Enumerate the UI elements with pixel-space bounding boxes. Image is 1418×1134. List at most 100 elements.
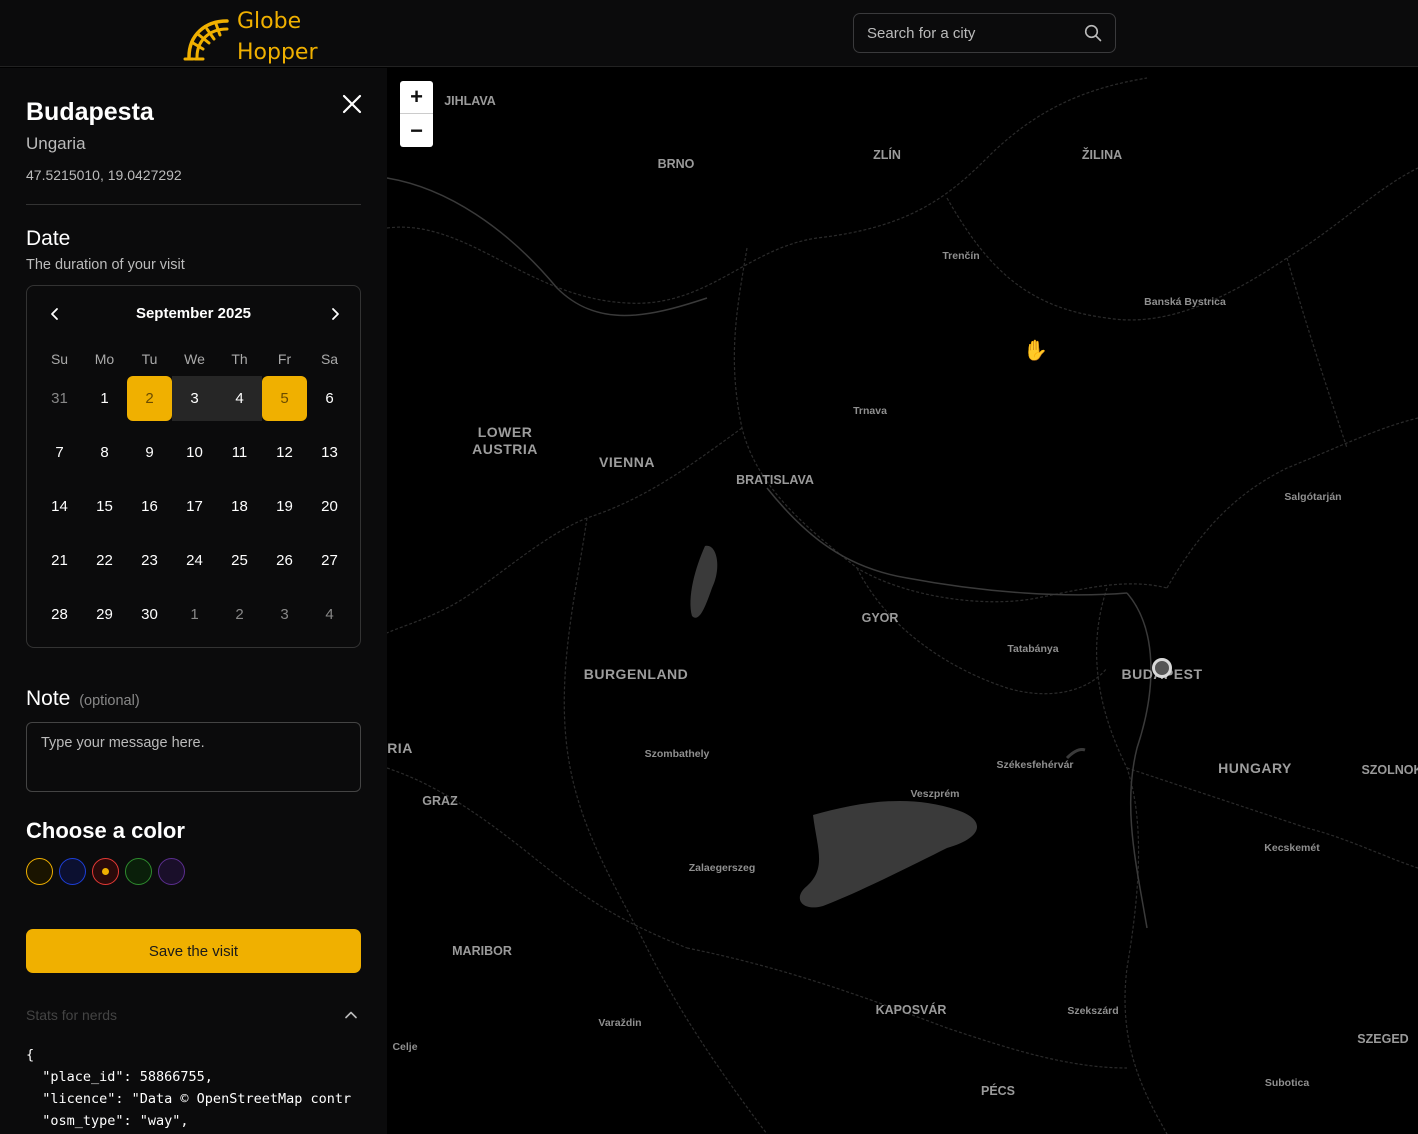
logo-line-2: Hopper <box>237 40 318 65</box>
map-label: Tatabánya <box>1007 643 1059 655</box>
calendar-day-range-end[interactable]: 5 <box>262 376 307 421</box>
calendar-day[interactable]: 8 <box>82 430 127 475</box>
color-swatch-green[interactable] <box>125 858 152 885</box>
color-swatch-red-selected[interactable] <box>92 858 119 885</box>
map-label: PÉCS <box>980 1084 1016 1098</box>
note-heading: Note (optional) <box>26 687 140 711</box>
calendar-day[interactable]: 19 <box>262 484 307 529</box>
calendar-day[interactable]: 9 <box>127 430 172 475</box>
calendar-day[interactable]: 15 <box>82 484 127 529</box>
map-label: JIHLAVA <box>444 94 496 108</box>
calendar-day[interactable]: 26 <box>262 538 307 583</box>
calendar-day[interactable]: 1 <box>172 592 217 637</box>
map-label: KAPOSVÁR <box>875 1003 947 1017</box>
calendar-day[interactable]: 24 <box>172 538 217 583</box>
date-range-calendar: September 2025 Su Mo Tu We Th Fr Sa 31 1… <box>26 285 361 648</box>
note-textarea[interactable] <box>26 722 361 792</box>
calendar-day[interactable]: 21 <box>37 538 82 583</box>
location-marker[interactable] <box>1152 658 1172 678</box>
calendar-day-in-range[interactable]: 3 <box>172 376 217 421</box>
date-heading: Date <box>26 227 71 250</box>
zoom-in-button[interactable]: + <box>400 81 433 114</box>
map-label: Szekszárd <box>1067 1005 1119 1017</box>
calendar-day[interactable]: 22 <box>82 538 127 583</box>
zoom-out-button[interactable]: − <box>400 114 433 147</box>
save-visit-button[interactable]: Save the visit <box>26 929 361 973</box>
calendar-day[interactable]: 16 <box>127 484 172 529</box>
map-label: Varaždin <box>598 1017 642 1029</box>
calendar-day[interactable]: 31 <box>37 376 82 421</box>
calendar-day[interactable]: 12 <box>262 430 307 475</box>
calendar-day[interactable]: 13 <box>307 430 352 475</box>
map-label: ŽILINA <box>1081 148 1123 162</box>
calendar-week: 21 22 23 24 25 26 27 <box>37 538 352 592</box>
top-bar: Globe Hopper <box>0 0 1418 67</box>
map-label: BRNO <box>657 157 695 171</box>
map-label: Kecskemét <box>1264 842 1320 854</box>
weekday: We <box>184 351 205 367</box>
stats-toggle-label[interactable]: Stats for nerds <box>26 1007 117 1023</box>
calendar-month: September 2025 <box>135 305 252 322</box>
logo[interactable]: Globe Hopper <box>183 6 318 68</box>
color-swatch-purple[interactable] <box>158 858 185 885</box>
calendar-day[interactable]: 30 <box>127 592 172 637</box>
calendar-day[interactable]: 4 <box>307 592 352 637</box>
calendar-day[interactable]: 17 <box>172 484 217 529</box>
close-icon[interactable] <box>340 92 364 116</box>
calendar-day[interactable]: 2 <box>217 592 262 637</box>
calendar-day-in-range[interactable]: 4 <box>217 376 262 421</box>
chevron-up-icon[interactable] <box>344 1008 358 1022</box>
calendar-day[interactable]: 3 <box>262 592 307 637</box>
color-heading: Choose a color <box>26 818 185 843</box>
selected-indicator <box>102 868 109 875</box>
map-label: ZLÍN <box>873 148 901 162</box>
calendar-day[interactable]: 28 <box>37 592 82 637</box>
map-label: Banská Bystrica <box>1144 296 1226 308</box>
map-label: Subotica <box>1264 1077 1310 1089</box>
calendar-week: 14 15 16 17 18 19 20 <box>37 484 352 538</box>
note-heading-text: Note <box>26 687 71 710</box>
map-label: Trnava <box>853 405 887 417</box>
color-swatch-blue[interactable] <box>59 858 86 885</box>
calendar-day[interactable]: 20 <box>307 484 352 529</box>
calendar-week: 28 29 30 1 2 3 4 <box>37 592 352 646</box>
calendar-day[interactable]: 18 <box>217 484 262 529</box>
map-label: Szombathely <box>644 748 710 760</box>
coordinates: 47.5215010, 19.0427292 <box>26 167 182 183</box>
divider <box>26 204 361 205</box>
calendar-day[interactable]: 25 <box>217 538 262 583</box>
map-label: SZOLNOK <box>1361 763 1418 777</box>
search-icon[interactable] <box>1084 24 1102 42</box>
calendar-week: 31 1 2 3 4 5 6 <box>37 376 352 430</box>
city-name: Budapesta <box>26 98 154 126</box>
logo-line-1: Globe <box>237 9 302 34</box>
logo-text: Globe Hopper <box>237 6 318 68</box>
calendar-day[interactable]: 1 <box>82 376 127 421</box>
calendar-day[interactable]: 11 <box>217 430 262 475</box>
calendar-day[interactable]: 14 <box>37 484 82 529</box>
calendar-day[interactable]: 6 <box>307 376 352 421</box>
search-input[interactable] <box>854 24 1074 42</box>
map-label: LOWER AUSTRIA <box>472 424 538 457</box>
map[interactable]: + − JIHLAVA BRNO ZLÍN ŽILINA Trenčín Ban… <box>387 68 1418 1134</box>
map-label: VIENNA <box>599 454 655 470</box>
calendar-day[interactable]: 29 <box>82 592 127 637</box>
weekday: Mo <box>94 351 115 367</box>
chevron-right-icon[interactable] <box>325 304 345 324</box>
color-swatch-yellow[interactable] <box>26 858 53 885</box>
map-label: HUNGARY <box>1218 760 1292 776</box>
calendar-day[interactable]: 27 <box>307 538 352 583</box>
calendar-week: 7 8 9 10 11 12 13 <box>37 430 352 484</box>
calendar-day[interactable]: 23 <box>127 538 172 583</box>
calendar-grid: 31 1 2 3 4 5 6 7 8 9 10 11 12 13 14 15 1… <box>37 376 352 646</box>
calendar-day-range-start[interactable]: 2 <box>127 376 172 421</box>
stats-json-code: { "place_id": 58866755, "licence": "Data… <box>26 1047 352 1129</box>
search-box[interactable] <box>853 13 1116 53</box>
calendar-day[interactable]: 10 <box>172 430 217 475</box>
color-picker <box>26 858 185 885</box>
weekday: Tu <box>141 351 158 367</box>
map-label: MARIBOR <box>452 944 512 958</box>
calendar-day[interactable]: 7 <box>37 430 82 475</box>
weekday-header: Su Mo Tu We Th Fr Sa <box>37 351 352 367</box>
map-label: GYOR <box>861 611 899 625</box>
